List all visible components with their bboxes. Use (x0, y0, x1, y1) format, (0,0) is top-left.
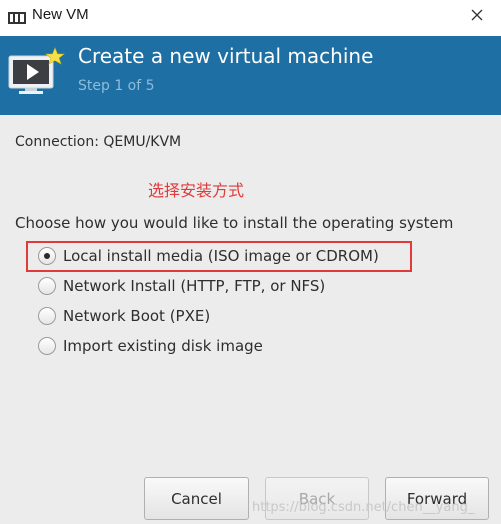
close-icon[interactable] (467, 5, 487, 25)
connection-label: Connection: (15, 134, 99, 150)
wizard-step: Step 1 of 5 (78, 78, 155, 94)
wizard-header: Create a new virtual machine Step 1 of 5 (0, 36, 501, 115)
install-prompt: Choose how you would like to install the… (15, 214, 454, 232)
radio-label: Import existing disk image (63, 337, 263, 355)
connection-value: QEMU/KVM (103, 134, 182, 150)
monitor-play-icon (5, 44, 67, 100)
wizard-content: Connection: QEMU/KVM 选择安装方式 Choose how y… (0, 115, 501, 524)
radio-label: Network Install (HTTP, FTP, or NFS) (63, 277, 326, 295)
watermark-text: https://blog.csdn.net/chen__yang_ (252, 500, 475, 515)
radio-network-install[interactable]: Network Install (HTTP, FTP, or NFS) (38, 274, 325, 298)
annotation-text: 选择安装方式 (148, 181, 245, 200)
connection-info: Connection: QEMU/KVM (15, 134, 181, 150)
radio-local-install-media[interactable]: Local install media (ISO image or CDROM) (38, 244, 379, 268)
cancel-button[interactable]: Cancel (144, 477, 249, 520)
title-bar: New VM (0, 0, 501, 32)
window-title: New VM (32, 6, 89, 23)
radio-import-disk-image[interactable]: Import existing disk image (38, 334, 263, 358)
radio-label: Local install media (ISO image or CDROM) (63, 247, 379, 265)
radio-button[interactable] (38, 337, 56, 355)
radio-button[interactable] (38, 307, 56, 325)
vm-manager-icon (8, 9, 26, 24)
radio-label: Network Boot (PXE) (63, 307, 211, 325)
radio-button[interactable] (38, 247, 56, 265)
radio-network-boot[interactable]: Network Boot (PXE) (38, 304, 210, 328)
radio-button[interactable] (38, 277, 56, 295)
wizard-title: Create a new virtual machine (78, 44, 374, 68)
